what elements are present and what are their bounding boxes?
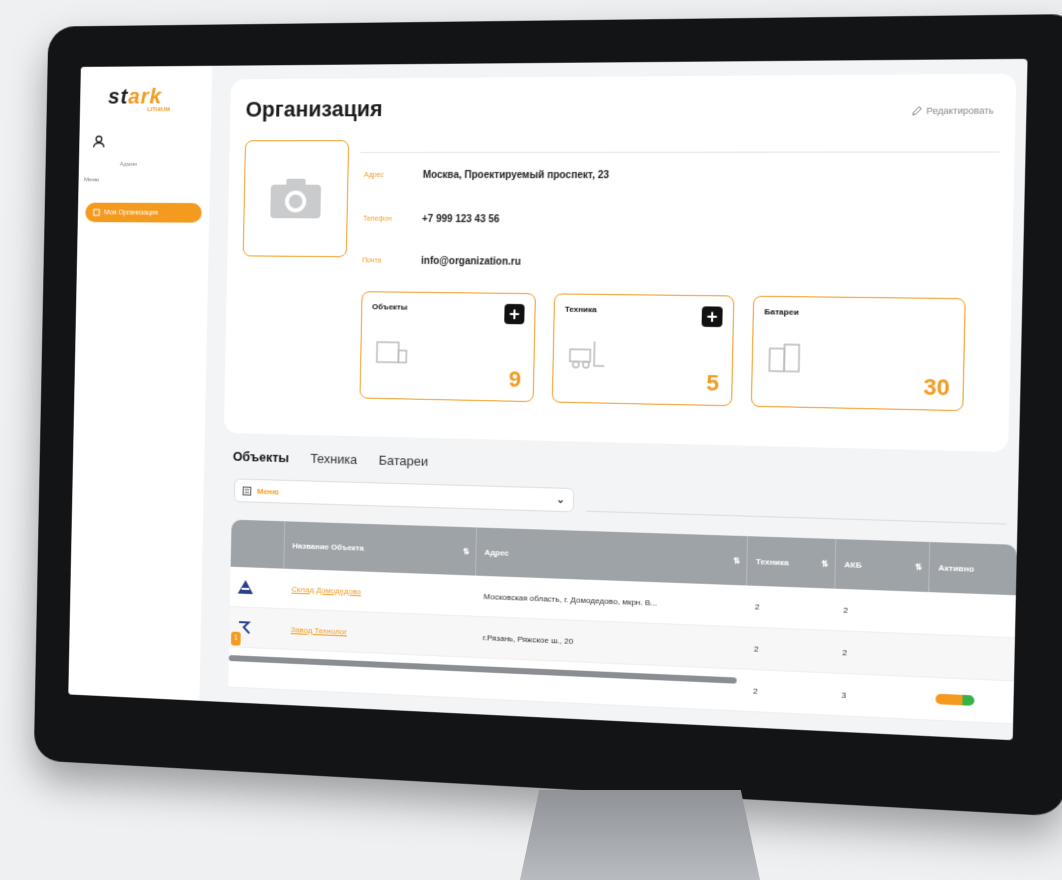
filter-label: Меню bbox=[257, 486, 279, 496]
phone-value: +7 999 123 43 56 bbox=[422, 214, 500, 225]
stat-count: 5 bbox=[706, 370, 719, 397]
tab-objects[interactable]: Объекты bbox=[233, 449, 289, 465]
warehouse-icon bbox=[375, 336, 409, 364]
add-object-button[interactable]: + bbox=[504, 304, 524, 324]
header-akb[interactable]: АКБ⇅ bbox=[835, 539, 930, 592]
phone-row: Телефон +7 999 123 43 56 bbox=[363, 214, 500, 226]
edit-label: Редактировать bbox=[926, 105, 993, 116]
sort-icon[interactable]: ⇅ bbox=[821, 559, 828, 569]
row-name bbox=[282, 650, 475, 698]
row-machinery: 2 bbox=[744, 670, 833, 715]
mail-value: info@organization.ru bbox=[421, 256, 521, 268]
stat-title: Объекты bbox=[372, 302, 408, 311]
tab-machinery[interactable]: Техника bbox=[310, 451, 357, 467]
user-icon[interactable] bbox=[92, 135, 105, 149]
user-role: Админ bbox=[120, 162, 137, 168]
stat-card-machinery[interactable]: Техника + 5 bbox=[552, 293, 735, 406]
object-link[interactable]: Склад Домодедово bbox=[291, 584, 361, 596]
row-active bbox=[927, 635, 1015, 680]
row-name: Завод Технолог bbox=[283, 609, 476, 657]
objects-table: Название Объекта⇅ Адрес⇅ Техника⇅ АКБ⇅ А… bbox=[228, 520, 1017, 725]
tabs: Объекты Техника Батареи bbox=[233, 449, 428, 469]
row-akb: 2 bbox=[833, 631, 928, 676]
row-active bbox=[928, 592, 1016, 637]
sort-icon[interactable]: ⇅ bbox=[733, 556, 740, 565]
sidebar-item-label: Моя Организация bbox=[104, 209, 158, 216]
address-row: Адрес Москва, Проектируемый проспект, 23 bbox=[364, 170, 609, 181]
row-akb: 2 bbox=[834, 589, 929, 634]
row-active bbox=[926, 678, 1014, 724]
divider bbox=[586, 511, 1007, 525]
stat-count: 9 bbox=[509, 366, 522, 392]
header-address[interactable]: Адрес⇅ bbox=[476, 527, 748, 585]
list-icon bbox=[243, 486, 252, 495]
add-machinery-button[interactable]: + bbox=[702, 306, 723, 327]
app-screen: stark LITHIUM Админ Меню Моя Организация… bbox=[68, 59, 1027, 740]
stat-title: Батареи bbox=[764, 307, 799, 317]
brand-sub: LITHIUM bbox=[147, 107, 170, 113]
row-machinery: 2 bbox=[745, 628, 834, 673]
sidebar-item-my-organization[interactable]: Моя Организация bbox=[85, 203, 202, 223]
row-name: Склад Домодедово bbox=[283, 569, 476, 616]
phone-key: Телефон bbox=[363, 216, 402, 223]
monitor-frame: stark LITHIUM Админ Меню Моя Организация… bbox=[34, 14, 1062, 817]
address-key: Адрес bbox=[364, 172, 403, 179]
header-logo bbox=[231, 520, 286, 569]
sort-icon[interactable]: ⇅ bbox=[463, 547, 470, 556]
chevron-down-icon: ⌄ bbox=[556, 494, 565, 505]
divider bbox=[361, 151, 1000, 153]
forklift-icon bbox=[568, 339, 609, 370]
pencil-icon bbox=[911, 106, 922, 116]
header-active: Активно bbox=[929, 542, 1017, 595]
stat-card-objects[interactable]: Объекты + 9 bbox=[359, 291, 536, 402]
page-title: Организация bbox=[245, 96, 382, 122]
mail-key: Почта bbox=[362, 257, 401, 264]
row-logo bbox=[228, 647, 282, 689]
address-value: Москва, Проектируемый проспект, 23 bbox=[423, 170, 609, 181]
status-bar bbox=[935, 694, 974, 706]
camera-icon bbox=[268, 177, 323, 221]
sort-icon[interactable]: ⇅ bbox=[915, 562, 922, 572]
building-icon bbox=[93, 208, 101, 216]
monitor-stand bbox=[520, 790, 760, 880]
header-machinery[interactable]: Техника⇅ bbox=[747, 536, 836, 589]
organization-card: Организация Редактировать Адрес Москва, … bbox=[224, 74, 1016, 452]
menu-label: Меню bbox=[84, 177, 99, 183]
stat-count: 30 bbox=[923, 374, 950, 402]
stat-title: Техника bbox=[565, 305, 597, 315]
stat-card-batteries[interactable]: Батареи 30 bbox=[751, 296, 966, 411]
battery-icon bbox=[767, 342, 803, 374]
mail-row: Почта info@organization.ru bbox=[362, 255, 521, 267]
company-a-icon bbox=[238, 580, 254, 594]
row-logo bbox=[230, 567, 284, 608]
header-name[interactable]: Название Объекта⇅ bbox=[284, 521, 477, 575]
edit-button[interactable]: Редактировать bbox=[911, 105, 993, 116]
row-akb: 3 bbox=[833, 674, 928, 720]
photo-upload[interactable] bbox=[243, 140, 349, 257]
tab-batteries[interactable]: Батареи bbox=[379, 453, 429, 469]
object-link[interactable]: Завод Технолог bbox=[291, 625, 347, 636]
pager-badge[interactable]: 1 bbox=[231, 632, 241, 646]
row-machinery: 2 bbox=[746, 585, 835, 630]
sidebar: stark LITHIUM Админ Меню Моя Организация bbox=[68, 66, 212, 701]
brand-logo: stark bbox=[108, 84, 162, 110]
filter-select[interactable]: Меню ⌄ bbox=[234, 478, 574, 512]
